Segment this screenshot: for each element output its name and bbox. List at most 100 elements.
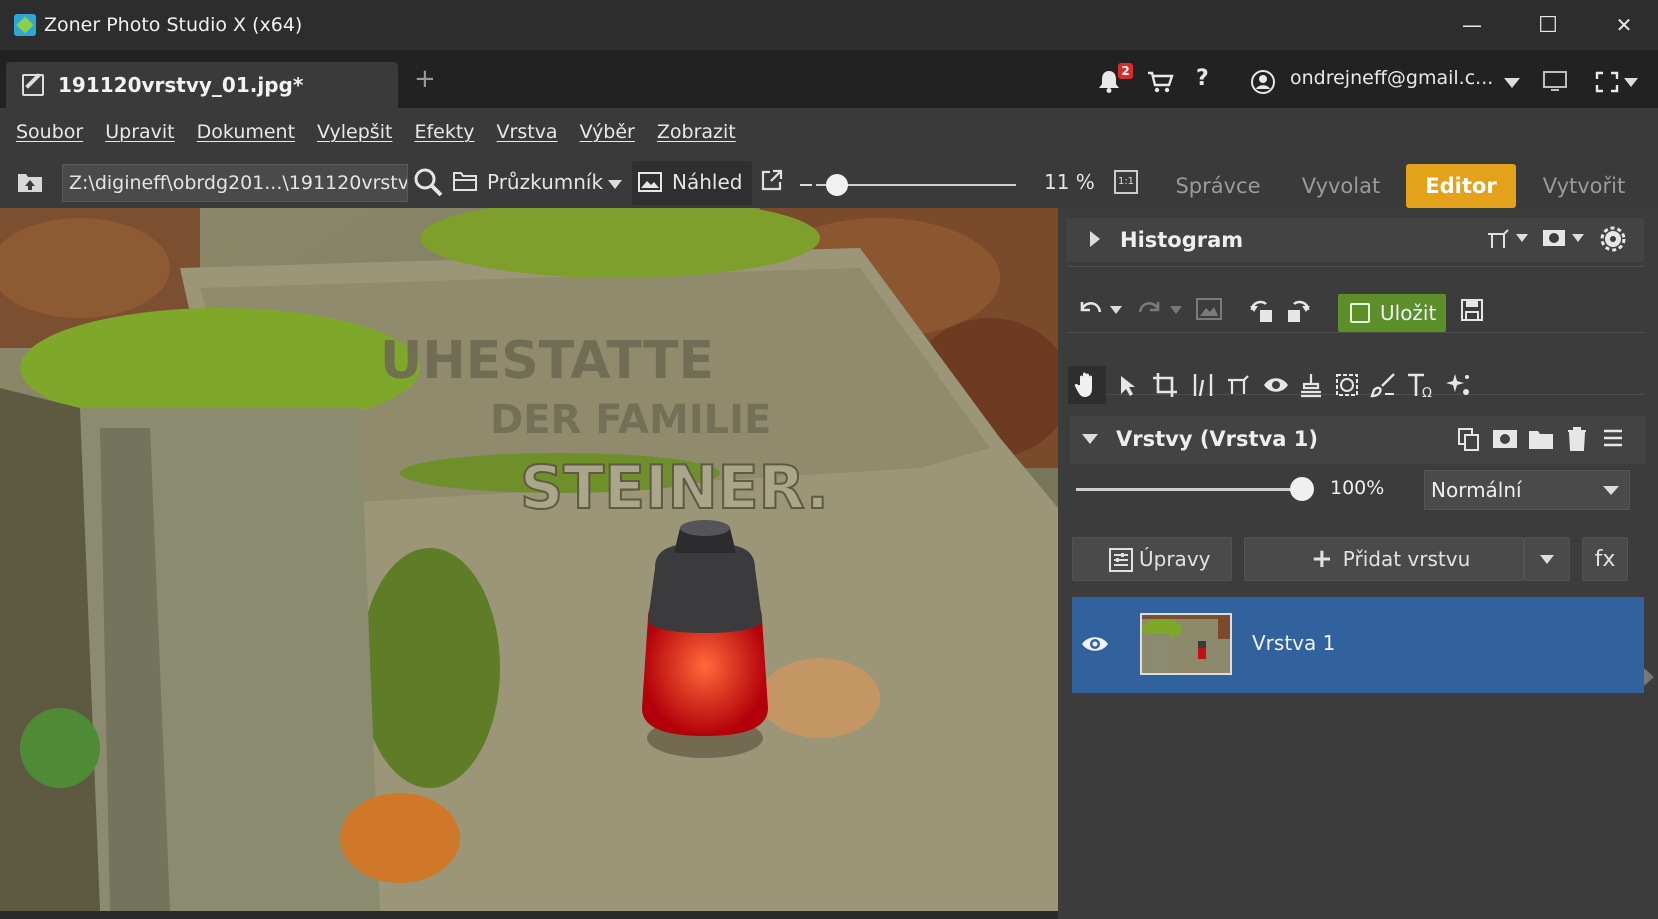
save-disk-icon <box>1350 303 1370 323</box>
navigation-toolbar: Z:\digineff\obrdg201...\191120vrstvy Prů… <box>0 156 1658 210</box>
explorer-folder-icon <box>453 172 477 191</box>
layers-menu-hamburger-icon[interactable] <box>1602 428 1624 448</box>
histogram-header[interactable]: Histogram <box>1066 218 1644 262</box>
zoom-out-minus-icon[interactable] <box>800 184 812 186</box>
adjustments-button[interactable]: Úpravy <box>1072 537 1232 581</box>
crop-view-icon[interactable] <box>1486 228 1510 250</box>
blend-mode-value: Normální <box>1431 478 1522 502</box>
add-layer-label: Přidat vrstvu <box>1342 547 1471 571</box>
add-mask-icon[interactable] <box>1492 428 1518 450</box>
redo-dropdown-icon <box>1170 306 1182 314</box>
opacity-slider-track[interactable] <box>1076 488 1300 491</box>
layers-panel-header[interactable]: Vrstvy (Vrstva 1) <box>1070 416 1646 464</box>
hand-tool-icon <box>1074 372 1092 397</box>
crop-view-dropdown-icon[interactable] <box>1516 234 1528 242</box>
save-label: Uložit <box>1380 301 1437 325</box>
compare-original-icon <box>1196 298 1222 320</box>
fullscreen-icon[interactable] <box>1594 70 1620 94</box>
expand-chevron-right-icon[interactable] <box>1090 231 1100 247</box>
opacity-slider-handle[interactable] <box>1290 477 1314 501</box>
close-button[interactable]: ✕ <box>1586 0 1658 50</box>
mode-tab-editor[interactable]: Editor <box>1406 164 1516 208</box>
retouch-stamp-tool-icon[interactable] <box>1298 372 1324 398</box>
undo-icon[interactable] <box>1076 296 1104 322</box>
search-icon[interactable] <box>412 166 444 198</box>
red-eye-tool-icon[interactable] <box>1262 374 1290 396</box>
blend-mode-select[interactable]: Normální <box>1424 470 1630 510</box>
main-menu-bar: Soubor Upravit Dokument Vylepšit Efekty … <box>0 108 1658 156</box>
zoom-value: 11 % <box>1044 170 1095 194</box>
app-logo-icon <box>14 14 36 36</box>
mode-tab-spravce[interactable]: Správce <box>1160 164 1276 208</box>
save-button[interactable]: Uložit <box>1338 294 1446 332</box>
maximize-button[interactable]: ☐ <box>1510 0 1586 50</box>
selection-arrow-tool-icon[interactable] <box>1118 374 1138 398</box>
help-button[interactable]: ? <box>1196 58 1209 98</box>
menu-vylepsit[interactable]: Vylepšit <box>317 121 392 143</box>
preview-button[interactable]: Náhled <box>632 161 752 205</box>
text-tool-icon[interactable]: Ω <box>1406 372 1436 398</box>
second-monitor-icon[interactable] <box>1542 70 1568 94</box>
account-dropdown-chevron-icon[interactable] <box>1504 78 1520 88</box>
zoom-slider-handle[interactable] <box>826 174 848 196</box>
collapse-chevron-down-icon[interactable] <box>1082 434 1098 444</box>
mask-view-icon[interactable] <box>1542 227 1566 249</box>
brush-tool-icon[interactable] <box>1370 372 1396 398</box>
menu-upravit[interactable]: Upravit <box>105 121 174 143</box>
menu-efekty[interactable]: Efekty <box>414 121 474 143</box>
explorer-button[interactable]: Průzkumník <box>487 170 603 194</box>
explorer-dropdown-chevron-icon[interactable] <box>608 180 622 189</box>
layer-row-selected[interactable]: Vrstva 1 <box>1072 597 1644 693</box>
histogram-title: Histogram <box>1120 228 1244 252</box>
menu-dokument[interactable]: Dokument <box>197 121 295 143</box>
rotate-right-icon[interactable] <box>1284 296 1312 324</box>
rotate-left-icon[interactable] <box>1248 296 1276 324</box>
photo-image: UHESTATTE DER FAMILIE STEINER. <box>0 208 1058 911</box>
straighten-tool-icon[interactable] <box>1190 372 1216 398</box>
hand-tool-button[interactable] <box>1068 366 1106 404</box>
photo-canvas[interactable]: UHESTATTE DER FAMILIE STEINER. <box>0 208 1058 911</box>
undo-dropdown-icon[interactable] <box>1110 306 1122 314</box>
actual-size-button[interactable]: 1:1 <box>1114 170 1138 194</box>
shopping-cart-icon[interactable] <box>1146 70 1174 94</box>
plus-icon: + <box>1311 544 1333 574</box>
mask-view-dropdown-icon[interactable] <box>1572 234 1584 242</box>
account-email[interactable]: ondrejneff@gmail.c... <box>1290 58 1493 98</box>
perspective-tool-icon[interactable] <box>1226 372 1252 398</box>
layer-thumbnail <box>1140 613 1232 675</box>
menu-vrstva[interactable]: Vrstva <box>497 121 558 143</box>
menu-soubor[interactable]: Soubor <box>16 121 83 143</box>
panel-collapse-arrow-icon[interactable] <box>1644 668 1654 686</box>
add-tab-button[interactable]: + <box>414 64 436 94</box>
notification-count-badge: 2 <box>1118 63 1133 79</box>
menu-zobrazit[interactable]: Zobrazit <box>657 121 736 143</box>
selection-area-tool-icon[interactable] <box>1334 372 1360 398</box>
redo-icon <box>1138 302 1160 313</box>
add-layer-dropdown-button[interactable] <box>1524 537 1570 581</box>
add-layer-button[interactable]: + Přidat vrstvu <box>1244 537 1524 581</box>
crop-tool-icon[interactable] <box>1152 372 1178 398</box>
mode-tab-vytvorit[interactable]: Vytvořit <box>1526 164 1642 208</box>
layer-effects-fx-button[interactable]: fx <box>1582 537 1628 581</box>
svg-text:UHESTATTE: UHESTATTE <box>380 331 714 391</box>
settings-gear-icon[interactable] <box>1600 226 1626 252</box>
layers-panel-title: Vrstvy (Vrstva 1) <box>1116 427 1318 451</box>
panel-divider <box>1068 332 1644 333</box>
mode-tab-vyvolat[interactable]: Vyvolat <box>1286 164 1396 208</box>
minimize-button[interactable]: — <box>1434 0 1510 50</box>
svg-text:STEINER.: STEINER. <box>520 453 829 523</box>
blend-mode-chevron-down-icon <box>1603 486 1619 495</box>
duplicate-layer-icon[interactable] <box>1456 426 1482 452</box>
layer-group-folder-icon[interactable] <box>1528 428 1554 450</box>
save-as-icon[interactable] <box>1460 298 1484 322</box>
open-external-icon[interactable] <box>760 168 784 192</box>
menu-vyber[interactable]: Výběr <box>580 121 635 143</box>
document-tab[interactable]: 191120vrstvy_01.jpg* <box>6 62 398 108</box>
svg-text:Ω: Ω <box>1422 386 1432 398</box>
layer-visibility-eye-icon[interactable] <box>1080 633 1110 655</box>
delete-layer-trash-icon[interactable] <box>1566 426 1588 452</box>
go-to-folder-icon[interactable] <box>16 170 44 194</box>
path-input[interactable]: Z:\digineff\obrdg201...\191120vrstvy <box>62 164 408 202</box>
effects-stars-tool-icon[interactable] <box>1446 372 1472 398</box>
fullscreen-dropdown-chevron-icon[interactable] <box>1624 78 1638 87</box>
